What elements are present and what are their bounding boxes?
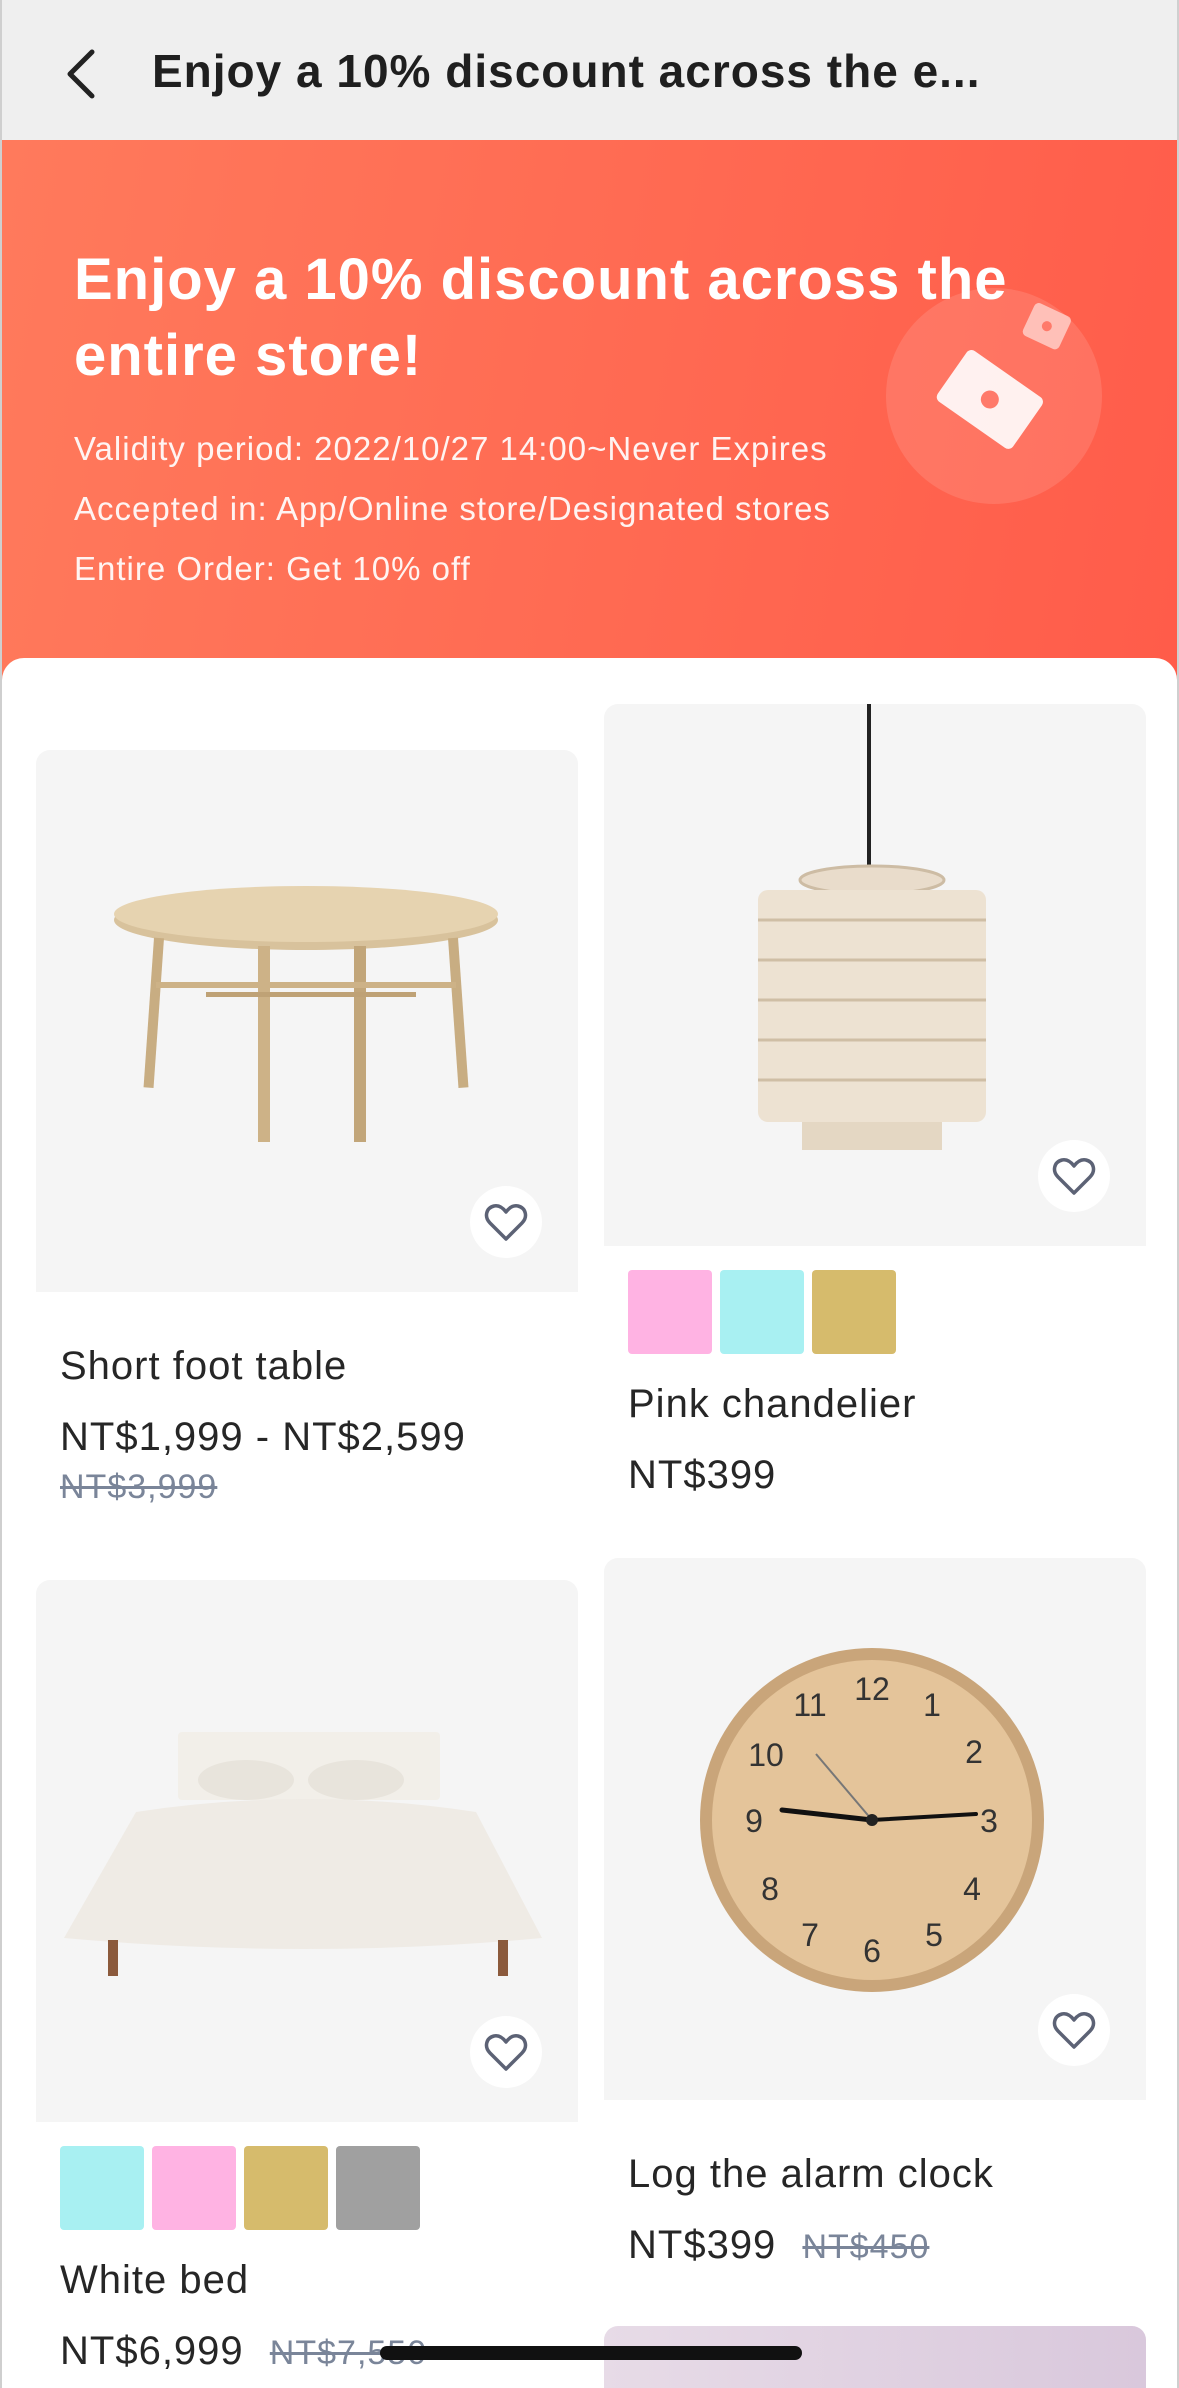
product-card-chandelier[interactable]: Pink chandelier NT$399 xyxy=(604,704,1146,1498)
swatch-pink[interactable] xyxy=(628,1270,712,1354)
clock-number: 7 xyxy=(801,1917,819,1953)
product-original-price: NT$3,999 xyxy=(60,1468,218,1506)
clock-number: 2 xyxy=(965,1734,983,1770)
product-card-bed[interactable]: White bed NT$6,999 NT$7,550 xyxy=(36,1580,578,2374)
clock-number: 4 xyxy=(963,1871,981,1907)
swatch-cyan[interactable] xyxy=(720,1270,804,1354)
clock-number: 9 xyxy=(745,1803,763,1839)
product-price: NT$6,999 xyxy=(60,2329,244,2373)
clock-number: 6 xyxy=(863,1933,881,1969)
product-name: Log the alarm clock xyxy=(628,2152,994,2196)
validity-period: Validity period: 2022/10/27 14:00~Never … xyxy=(74,430,828,467)
accepted-in: Accepted in: App/Online store/Designated… xyxy=(74,490,831,527)
back-icon[interactable] xyxy=(60,46,108,102)
favorite-heart-icon[interactable] xyxy=(1038,1140,1110,1212)
product-image[interactable]: 12 1 2 3 4 5 6 7 8 9 10 11 xyxy=(604,1558,1146,2100)
swatch-gold[interactable] xyxy=(244,2146,328,2230)
clock-number: 1 xyxy=(923,1687,941,1723)
favorite-heart-icon[interactable] xyxy=(1038,1994,1110,2066)
clock-number: 8 xyxy=(761,1871,779,1907)
clock-number: 11 xyxy=(793,1687,826,1723)
offer-detail: Entire Order: Get 10% off xyxy=(74,550,471,587)
product-card-table[interactable]: Short foot table NT$1,999 - NT$2,599 NT$… xyxy=(36,750,578,1507)
product-image[interactable] xyxy=(604,704,1146,1246)
product-name: Short foot table xyxy=(60,1344,348,1388)
navigation-bar: Enjoy a 10% discount across the e... xyxy=(2,0,1177,140)
product-name: Pink chandelier xyxy=(628,1382,917,1426)
clock-number: 3 xyxy=(980,1803,998,1839)
home-indicator[interactable] xyxy=(380,2346,802,2360)
product-price: NT$1,999 - NT$2,599 xyxy=(60,1415,466,1459)
product-price: NT$399 xyxy=(628,2223,777,2267)
clock-number: 12 xyxy=(854,1671,890,1707)
swatch-cyan[interactable] xyxy=(60,2146,144,2230)
product-price-row: NT$399 NT$450 xyxy=(628,2223,1146,2268)
product-image[interactable] xyxy=(36,1580,578,2122)
product-original-price: NT$450 xyxy=(802,2228,930,2266)
product-grid: Short foot table NT$1,999 - NT$2,599 NT$… xyxy=(2,658,1177,2388)
favorite-heart-icon[interactable] xyxy=(470,1186,542,1258)
favorite-heart-icon[interactable] xyxy=(470,2016,542,2088)
swatch-gold[interactable] xyxy=(812,1270,896,1354)
product-card-clock[interactable]: 12 1 2 3 4 5 6 7 8 9 10 11 Log the alarm… xyxy=(604,1558,1146,2268)
color-swatches xyxy=(628,1270,1146,1354)
clock-number: 5 xyxy=(925,1917,943,1953)
product-price: NT$399 xyxy=(628,1453,777,1497)
color-swatches xyxy=(60,2146,578,2230)
swatch-gray[interactable] xyxy=(336,2146,420,2230)
page-title: Enjoy a 10% discount across the e... xyxy=(152,45,981,97)
product-name: White bed xyxy=(60,2258,250,2302)
product-image[interactable] xyxy=(36,750,578,1292)
coupon-banner: Enjoy a 10% discount across the entire s… xyxy=(2,140,1177,680)
swatch-pink[interactable] xyxy=(152,2146,236,2230)
screen: Enjoy a 10% discount across the e... Enj… xyxy=(0,0,1179,2388)
coupon-headline: Enjoy a 10% discount across the entire s… xyxy=(74,247,1008,388)
clock-number: 10 xyxy=(748,1737,784,1773)
